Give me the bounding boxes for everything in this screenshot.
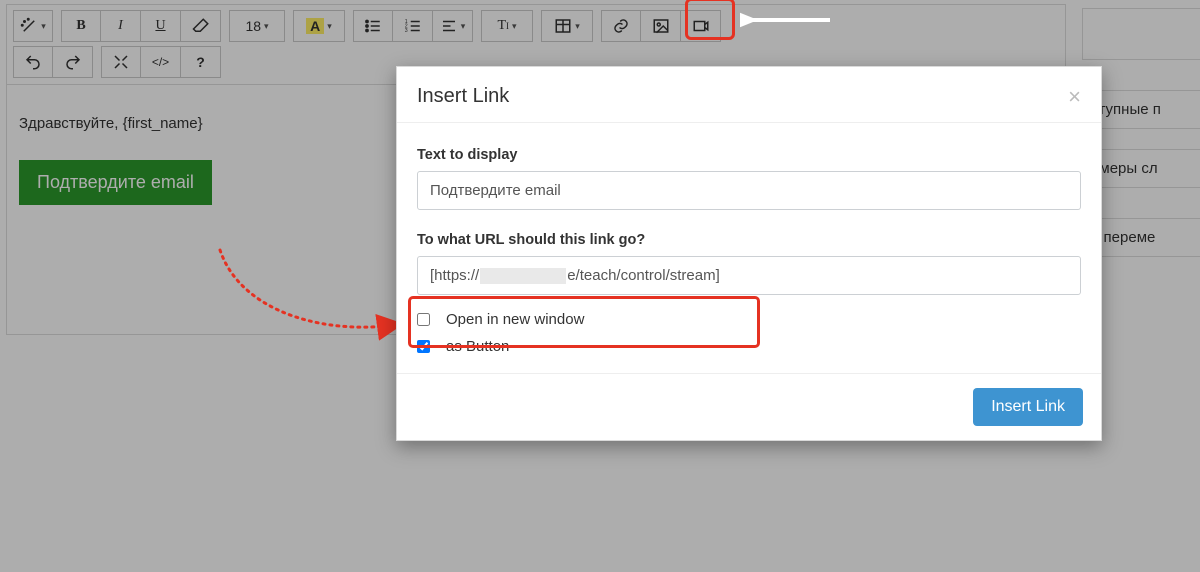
url-value-prefix: [https:// xyxy=(430,267,479,284)
close-icon[interactable]: × xyxy=(1068,86,1081,108)
url-value-suffix: e/teach/control/stream] xyxy=(567,267,720,284)
insert-link-submit-button[interactable]: Insert Link xyxy=(973,388,1083,426)
url-input[interactable]: [https:// e/teach/control/stream] xyxy=(417,256,1081,295)
url-value-redacted xyxy=(480,268,566,284)
open-new-window-label: Open in new window xyxy=(446,311,584,328)
dialog-title: Insert Link xyxy=(417,85,509,108)
url-label: To what URL should this link go? xyxy=(417,232,1081,248)
text-to-display-input[interactable] xyxy=(417,171,1081,210)
text-to-display-label: Text to display xyxy=(417,147,1081,163)
as-button-checkbox[interactable] xyxy=(417,340,430,353)
open-new-window-checkbox[interactable] xyxy=(417,313,430,326)
as-button-label: as Button xyxy=(446,338,509,355)
insert-link-dialog: Insert Link × Text to display To what UR… xyxy=(396,66,1102,441)
